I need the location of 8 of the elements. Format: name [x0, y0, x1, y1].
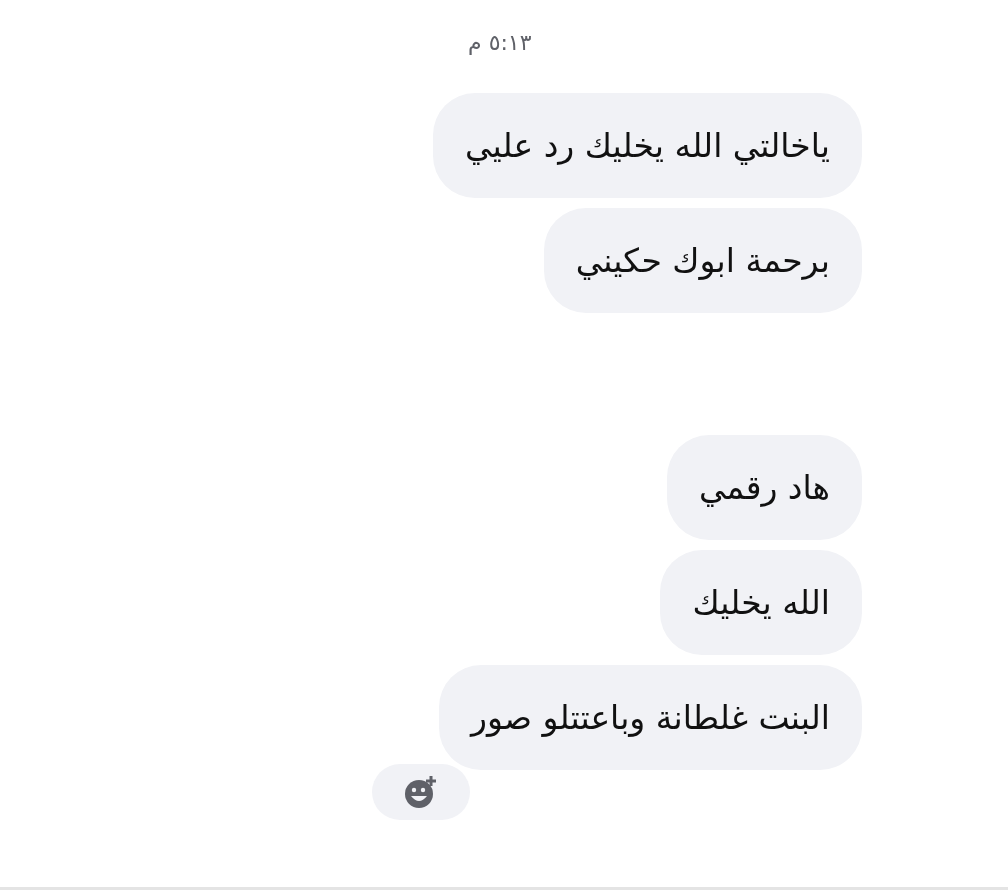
message-timestamp: ٥:١٣ م	[468, 30, 532, 55]
message-bubble: البنت غلطانة وباعتتلو صور	[439, 665, 862, 770]
smiley-plus-icon	[403, 774, 439, 810]
message-bubble: برحمة ابوك حكيني	[543, 208, 862, 313]
message-bubble: الله يخليك	[660, 550, 862, 655]
message-bubble: هاد رقمي	[667, 435, 862, 540]
add-reaction-button[interactable]	[372, 764, 470, 820]
message-bubble: ياخالتي الله يخليك رد عليي	[433, 93, 862, 198]
